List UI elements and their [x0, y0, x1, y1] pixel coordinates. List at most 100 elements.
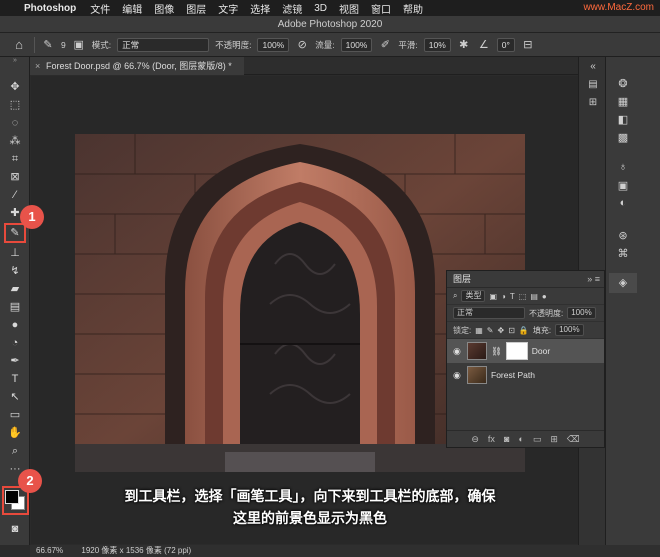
menu-image[interactable]: 图像 [154, 1, 174, 16]
fill-label: 填充: [532, 325, 552, 335]
zoom-tool-icon[interactable]: ⌕ [6, 443, 24, 459]
color-icon[interactable]: ❂ [615, 77, 631, 91]
visibility-eye-icon[interactable]: ◉ [453, 370, 463, 381]
flow-field[interactable]: 100% [340, 37, 373, 52]
chain-link-icon[interactable]: ⛓ [491, 346, 502, 357]
blur-tool-icon[interactable]: ● [6, 317, 24, 333]
panel-menu-icon[interactable]: » ≡ [587, 271, 600, 288]
window-title: Adobe Photoshop 2020 [0, 16, 660, 33]
gradients-icon[interactable]: ◧ [615, 113, 631, 127]
menu-3d[interactable]: 3D [314, 3, 327, 14]
close-icon[interactable]: × [35, 57, 40, 75]
lock-move-icon[interactable]: ✥ [498, 326, 505, 335]
channels-icon[interactable]: ⊛ [615, 229, 631, 243]
menu-layer[interactable]: 图层 [186, 1, 206, 16]
airbrush-icon[interactable]: ✐ [378, 38, 392, 51]
brush-size[interactable]: 9 [61, 40, 66, 50]
lock-paint-icon[interactable]: ✎ [487, 326, 494, 335]
learn-icon[interactable]: ♁ [615, 161, 631, 175]
adjustment-layer-icon[interactable]: ◐ [518, 431, 523, 447]
app-menu[interactable]: Photoshop [24, 3, 76, 14]
menu-type[interactable]: 文字 [218, 1, 238, 16]
patterns-icon[interactable]: ▩ [615, 131, 631, 145]
move-tool-icon[interactable]: ✥ [6, 79, 24, 95]
dodge-tool-icon[interactable]: ◔ [6, 335, 24, 351]
fill-field[interactable]: 100% [555, 324, 584, 336]
smooth-field[interactable]: 10% [423, 37, 451, 52]
menu-help[interactable]: 帮助 [403, 1, 423, 16]
eraser-tool-icon[interactable]: ▰ [6, 281, 24, 297]
visibility-eye-icon[interactable]: ◉ [453, 346, 463, 357]
layer-row-door[interactable]: ◉ ⛓ Door [447, 339, 604, 363]
pressure-opacity-icon[interactable]: ⊘ [295, 38, 309, 51]
type-tool-icon[interactable]: T [6, 371, 24, 387]
pen-tool-icon[interactable]: ✒ [6, 353, 24, 369]
gradient-tool-icon[interactable]: ▤ [6, 299, 24, 315]
symmetry-icon[interactable]: ⊟ [521, 38, 535, 51]
quick-select-tool-icon[interactable]: ⁂ [6, 133, 24, 149]
filter-toggle-icon[interactable]: ● [542, 292, 547, 301]
layer-name: Forest Path [491, 370, 535, 380]
history-brush-icon[interactable]: ↯ [6, 263, 24, 279]
eyedropper-tool-icon[interactable]: ⁄ [6, 187, 24, 203]
layers-panel-icon[interactable]: ◈ [609, 273, 637, 293]
opacity-field[interactable]: 100% [257, 37, 290, 52]
brush-preset-icon[interactable]: ✎ [41, 38, 55, 51]
menu-file[interactable]: 文件 [90, 1, 110, 16]
menubar: Photoshop 文件 编辑 图像 图层 文字 选择 滤镜 3D 视图 窗口 … [0, 0, 660, 16]
filter-pixel-icon[interactable]: ▣ [489, 292, 497, 301]
filter-shape-icon[interactable]: ⬚ [519, 292, 527, 301]
filter-type-icon[interactable]: T [510, 292, 515, 301]
layer-opacity-field[interactable]: 100% [567, 307, 596, 319]
swatches-icon[interactable]: ▦ [615, 95, 631, 109]
frame-tool-icon[interactable]: ⊠ [6, 169, 24, 185]
angle-field[interactable]: 0° [496, 37, 515, 52]
angle-icon: ∠ [478, 39, 489, 51]
tab-document[interactable]: × Forest Door.psd @ 66.7% (Door, 图层蒙版/8)… [30, 57, 244, 75]
add-mask-icon[interactable]: ◙ [504, 431, 509, 447]
link-layers-icon[interactable]: ⊖ [471, 431, 479, 447]
hand-tool-icon[interactable]: ✋ [6, 425, 24, 441]
fx-icon[interactable]: fx [488, 431, 495, 447]
stamp-tool-icon[interactable]: ⊥ [6, 245, 24, 261]
filter-smart-icon[interactable]: ▤ [530, 292, 538, 301]
step-badge-1: 1 [20, 205, 44, 229]
collapse-icon[interactable]: » [0, 57, 30, 67]
brush-settings-icon[interactable]: ▣ [72, 38, 86, 51]
mode-select[interactable]: 正常 [117, 37, 210, 52]
brush-tool-icon[interactable]: ✎ [4, 223, 26, 243]
lock-all-icon[interactable]: 🔒 [519, 326, 529, 335]
search-icon: ⌕ [453, 291, 458, 300]
menu-view[interactable]: 视图 [339, 1, 359, 16]
zoom-level[interactable]: 66.67% [36, 546, 63, 555]
adjustments-icon[interactable]: ◐ [615, 197, 631, 211]
filter-kind-select[interactable]: 类型 [461, 290, 486, 302]
paths-icon[interactable]: ⌘ [615, 247, 631, 261]
layer-row-forest-path[interactable]: ◉ Forest Path [447, 363, 604, 387]
blend-mode-select[interactable]: 正常 [453, 307, 525, 319]
expand-icon[interactable]: « [586, 61, 600, 75]
menu-select[interactable]: 选择 [250, 1, 270, 16]
lock-artboard-icon[interactable]: ⊡ [508, 326, 515, 335]
menu-filter[interactable]: 滤镜 [282, 1, 302, 16]
step-badge-2: 2 [18, 469, 42, 493]
lasso-tool-icon[interactable]: ◌ [6, 115, 24, 131]
libraries-icon[interactable]: ▣ [615, 179, 631, 193]
home-icon[interactable]: ⌂ [10, 37, 28, 52]
history-icon[interactable]: ▤ [586, 79, 600, 93]
gear-icon[interactable]: ✱ [457, 38, 471, 51]
group-icon[interactable]: ▭ [533, 431, 542, 447]
crop-tool-icon[interactable]: ⌗ [6, 151, 24, 167]
path-select-icon[interactable]: ↖ [6, 389, 24, 405]
new-layer-icon[interactable]: ⊞ [550, 431, 558, 447]
filter-adjust-icon[interactable]: ◑ [501, 292, 506, 301]
menu-edit[interactable]: 编辑 [122, 1, 142, 16]
properties-icon[interactable]: ⊞ [586, 97, 600, 111]
lock-pixels-icon[interactable]: ▦ [475, 326, 483, 335]
quick-mask-icon[interactable]: ◙ [6, 521, 24, 537]
layer-mask-thumbnail[interactable] [505, 342, 528, 360]
trash-icon[interactable]: ⌫ [567, 431, 580, 447]
rectangle-tool-icon[interactable]: ▭ [6, 407, 24, 423]
marquee-tool-icon[interactable]: ⬚ [6, 97, 24, 113]
menu-window[interactable]: 窗口 [371, 1, 391, 16]
